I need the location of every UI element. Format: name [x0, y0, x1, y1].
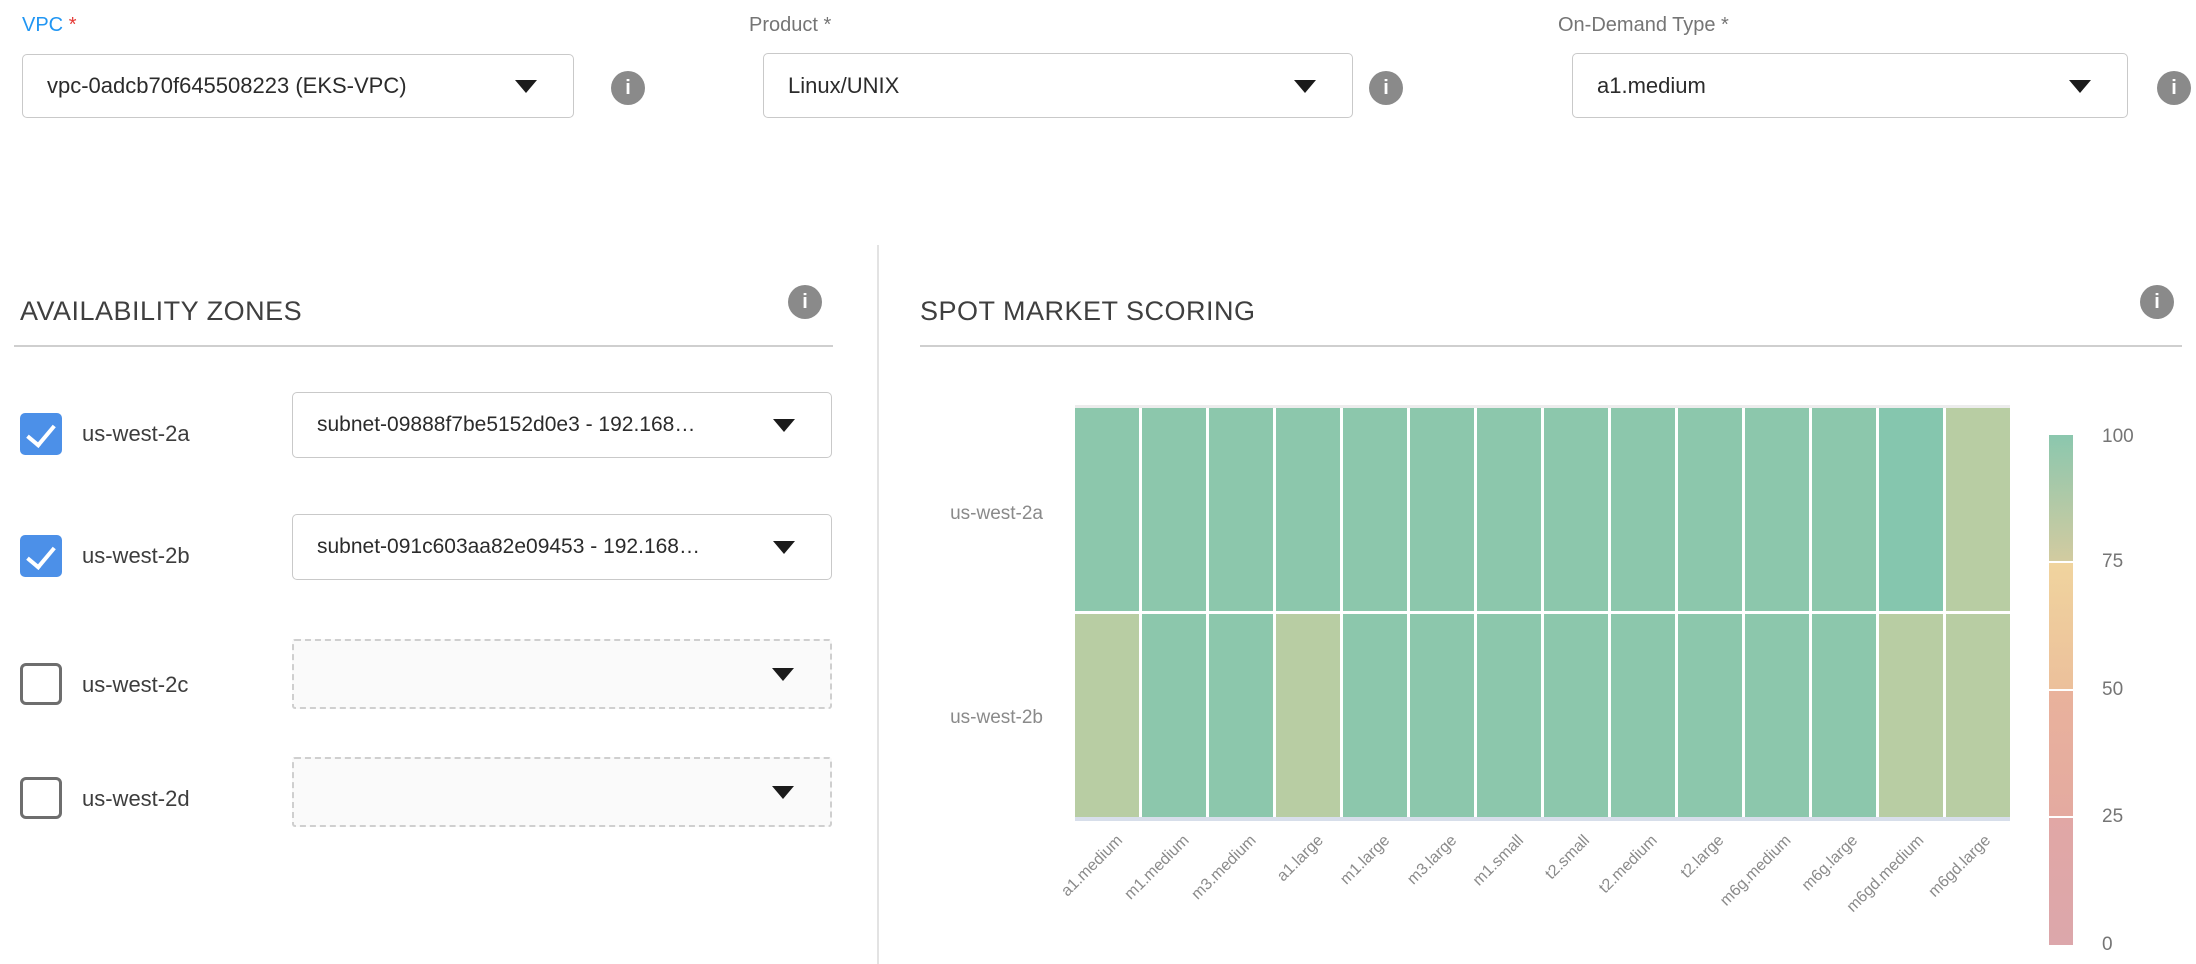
heatmap-cell-us-west-2a-m6g.medium: [1745, 408, 1809, 611]
product-info-icon[interactable]: i: [1369, 71, 1403, 105]
heatmap-cell-us-west-2a-m1.small: [1477, 408, 1541, 611]
availability-zones-info-icon[interactable]: i: [788, 285, 822, 319]
product-select-value: Linux/UNIX: [788, 73, 899, 99]
legend-tick-label: 0: [2102, 933, 2113, 957]
subnet-select-value: subnet-09888f7be5152d0e3 - 192.168…: [317, 413, 695, 437]
launch-config-page: VPC * vpc-0adcb70f645508223 (EKS-VPC) i …: [0, 0, 2196, 964]
heatmap-cell-us-west-2b-t2.small: [1544, 614, 1608, 817]
section-vertical-divider: [877, 245, 879, 964]
vpc-select-value: vpc-0adcb70f645508223 (EKS-VPC): [47, 73, 407, 99]
heatmap-cell-us-west-2b-m6g.medium: [1745, 614, 1809, 817]
heatmap-column-label: a1.medium: [1058, 832, 1127, 901]
heatmap-cell-us-west-2a-a1.medium: [1075, 408, 1139, 611]
heatmap-cell-us-west-2a-a1.large: [1276, 408, 1340, 611]
heatmap-cell-us-west-2b-m1.small: [1477, 614, 1541, 817]
chevron-down-icon: [773, 419, 795, 432]
spot-market-scoring-title: SPOT MARKET SCORING: [920, 296, 1256, 327]
heatmap-cell-us-west-2b-m1.large: [1343, 614, 1407, 817]
heatmap-column-label: m6g.medium: [1717, 832, 1795, 910]
heatmap-column-label: t2.small: [1543, 832, 1595, 884]
heatmap-axis-line: [1075, 817, 2010, 821]
on-demand-type-select[interactable]: a1.medium: [1572, 53, 2128, 118]
vpc-select[interactable]: vpc-0adcb70f645508223 (EKS-VPC): [22, 54, 574, 118]
subnet-select-us-west-2c[interactable]: [292, 639, 832, 709]
chevron-down-icon: [2069, 80, 2091, 93]
heatmap-cell-us-west-2b-a1.medium: [1075, 614, 1139, 817]
heatmap-cell-us-west-2a-m6gd.medium: [1879, 408, 1943, 611]
chevron-down-icon: [772, 668, 794, 681]
vpc-label-text: VPC: [22, 14, 63, 36]
legend-gradient-segment: [2049, 818, 2073, 945]
heatmap-cell-us-west-2b-m6gd.large: [1946, 614, 2010, 817]
heatmap-cell-us-west-2b-t2.large: [1678, 614, 1742, 817]
az-zone-label: us-west-2b: [82, 543, 190, 569]
heatmap-cell-us-west-2a-t2.large: [1678, 408, 1742, 611]
legend-tick-label: 75: [2102, 550, 2123, 574]
subnet-select-us-west-2a[interactable]: subnet-09888f7be5152d0e3 - 192.168…: [292, 392, 832, 458]
chevron-down-icon: [515, 80, 537, 93]
az-zone-label: us-west-2d: [82, 786, 190, 812]
heatmap-column-label: m6g.large: [1798, 832, 1861, 895]
heatmap-cell-us-west-2a-t2.small: [1544, 408, 1608, 611]
chevron-down-icon: [772, 786, 794, 799]
subnet-select-us-west-2d[interactable]: [292, 757, 832, 827]
subnet-select-us-west-2b[interactable]: subnet-091c603aa82e09453 - 192.168…: [292, 514, 832, 580]
product-label: Product *: [749, 14, 831, 37]
on-demand-type-label: On-Demand Type *: [1558, 14, 1729, 37]
heatmap-column-label: m1.medium: [1122, 832, 1194, 904]
legend-gradient-segment: [2049, 691, 2073, 816]
vpc-required-asterisk: *: [69, 14, 77, 36]
heatmap-cell-us-west-2b-m3.medium: [1209, 614, 1273, 817]
heatmap-column-label: m3.large: [1404, 832, 1461, 889]
az-zone-label: us-west-2c: [82, 672, 188, 698]
subnet-select-value: subnet-091c603aa82e09453 - 192.168…: [317, 535, 700, 559]
heatmap-column-label: m6gd.large: [1926, 832, 1995, 901]
az-checkbox-us-west-2b[interactable]: [20, 535, 62, 577]
heatmap-column-label: m1.small: [1470, 832, 1528, 890]
heatmap-cell-us-west-2b-a1.large: [1276, 614, 1340, 817]
spot-score-heatmap: [1075, 408, 2010, 817]
spot-market-scoring-divider: [920, 345, 2182, 347]
heatmap-column-label: m3.medium: [1188, 832, 1260, 904]
heatmap-row-label: us-west-2b: [883, 707, 1043, 729]
vpc-info-icon[interactable]: i: [611, 71, 645, 105]
chevron-down-icon: [773, 541, 795, 554]
legend-tick-label: 100: [2102, 425, 2134, 449]
heatmap-cell-us-west-2a-m3.medium: [1209, 408, 1273, 611]
heatmap-cell-us-west-2a-m1.large: [1343, 408, 1407, 611]
heatmap-column-label: t2.medium: [1596, 832, 1662, 898]
heatmap-column-label: m1.large: [1337, 832, 1394, 889]
heatmap-cell-us-west-2b-m1.medium: [1142, 614, 1206, 817]
heatmap-cell-us-west-2a-m6gd.large: [1946, 408, 2010, 611]
az-checkbox-us-west-2d[interactable]: [20, 777, 62, 819]
heatmap-cell-us-west-2a-m1.medium: [1142, 408, 1206, 611]
legend-gradient-segment: [2049, 563, 2073, 689]
chevron-down-icon: [1294, 80, 1316, 93]
vpc-label: VPC *: [22, 14, 76, 37]
heatmap-row-label: us-west-2a: [883, 503, 1043, 525]
heatmap-cell-us-west-2a-m6g.large: [1812, 408, 1876, 611]
az-checkbox-us-west-2c[interactable]: [20, 663, 62, 705]
legend-tick-label: 50: [2102, 678, 2123, 702]
on-demand-type-info-icon[interactable]: i: [2157, 71, 2191, 105]
heatmap-cell-us-west-2b-m6g.large: [1812, 614, 1876, 817]
on-demand-type-select-value: a1.medium: [1597, 73, 1706, 99]
legend-gradient-segment: [2049, 435, 2073, 561]
heatmap-column-label: t2.large: [1677, 832, 1727, 882]
availability-zones-title: AVAILABILITY ZONES: [20, 296, 302, 327]
heatmap-column-label: a1.large: [1274, 832, 1328, 886]
product-select[interactable]: Linux/UNIX: [763, 53, 1353, 118]
heatmap-cell-us-west-2b-t2.medium: [1611, 614, 1675, 817]
heatmap-cell-us-west-2b-m3.large: [1410, 614, 1474, 817]
az-zone-label: us-west-2a: [82, 421, 190, 447]
availability-zones-divider: [14, 345, 833, 347]
heatmap-cell-us-west-2a-t2.medium: [1611, 408, 1675, 611]
heatmap-cell-us-west-2a-m3.large: [1410, 408, 1474, 611]
az-checkbox-us-west-2a[interactable]: [20, 413, 62, 455]
spot-market-scoring-info-icon[interactable]: i: [2140, 285, 2174, 319]
heatmap-cell-us-west-2b-m6gd.medium: [1879, 614, 1943, 817]
legend-tick-label: 25: [2102, 805, 2123, 829]
